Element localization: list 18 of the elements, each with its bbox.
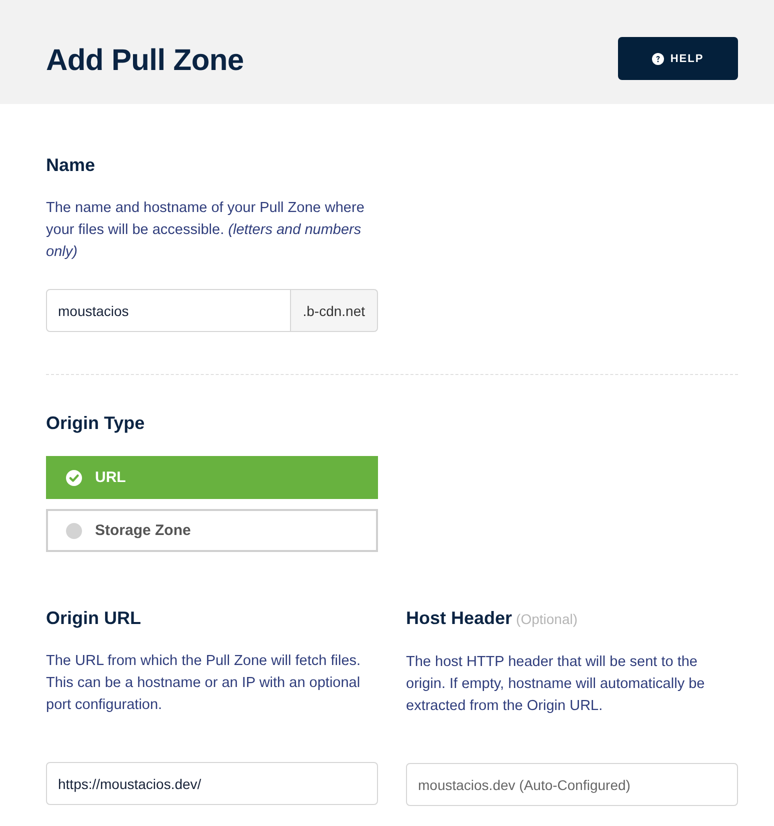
domain-suffix: .b-cdn.net bbox=[290, 289, 378, 332]
origin-url-description: The URL from which the Pull Zone will fetch files. This can be a hostname or an IP with an optional port configuration. bbox=[46, 652, 362, 715]
help-button[interactable]: HELP bbox=[618, 37, 738, 80]
name-input[interactable]: moustacios bbox=[46, 289, 291, 332]
check-circle-icon bbox=[66, 470, 82, 486]
radio-dot-icon bbox=[66, 522, 82, 538]
name-description: The name and hostname of your Pull Zone where your files will be accessible. (letters and numbers only) bbox=[46, 199, 366, 262]
optional-note: (Optional) bbox=[516, 611, 578, 627]
name-heading: Name bbox=[46, 154, 96, 176]
host-header-description: The host HTTP header that will be sent to the origin. If empty, hostname will automatically be extracted from the Origin URL. bbox=[406, 653, 706, 716]
origin-type-option[interactable]: Storage Zone bbox=[46, 509, 378, 552]
origin-url-heading: Origin URL bbox=[46, 607, 142, 629]
page-title: Add Pull Zone bbox=[46, 44, 244, 78]
help-icon bbox=[652, 52, 664, 64]
origin-type-heading: Origin Type bbox=[46, 412, 146, 434]
origin-url-input[interactable]: https://moustacios.dev/ bbox=[46, 762, 378, 805]
host-header-input[interactable]: moustacios.dev (Auto-Configured) bbox=[406, 763, 738, 806]
host-header-heading: Host Header bbox=[406, 608, 512, 628]
